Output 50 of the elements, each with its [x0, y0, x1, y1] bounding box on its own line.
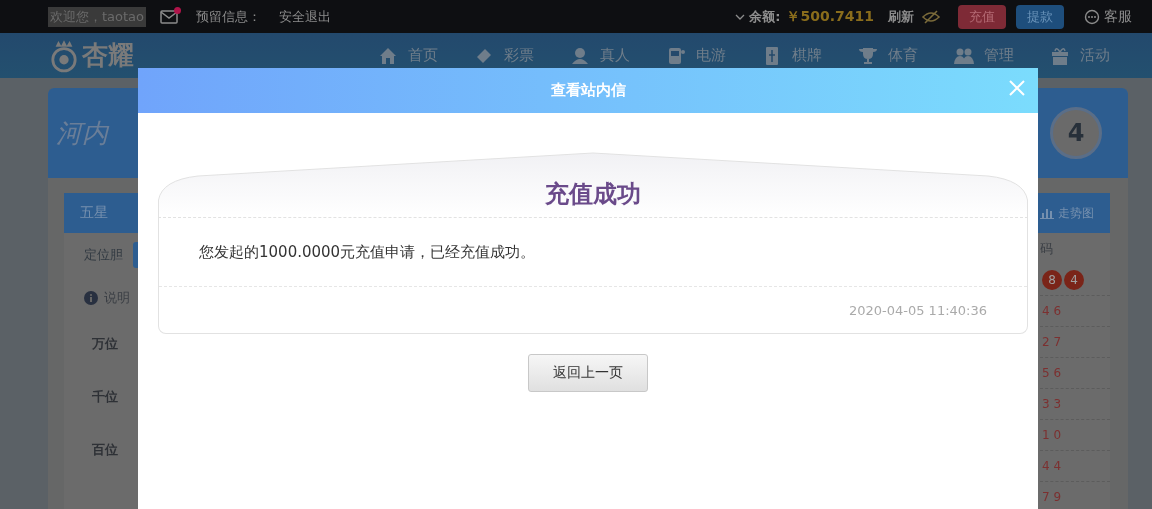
crown-emblem-icon [50, 38, 78, 73]
mail-icon[interactable] [160, 9, 179, 24]
info-icon [84, 291, 98, 305]
arcade-icon [666, 45, 686, 66]
home-icon [378, 45, 398, 66]
logout-link[interactable]: 安全退出 [279, 7, 332, 26]
nav-item[interactable]: 管理 [954, 45, 1014, 66]
chat-icon[interactable] [1084, 8, 1100, 25]
digit-position-label: 万位 [92, 335, 119, 353]
reserved-info-label: 预留信息： [196, 7, 262, 26]
chevron-icon[interactable] [735, 13, 746, 20]
message-time: 2020-04-05 11:40:36 [848, 302, 987, 318]
refresh-link[interactable]: 刷新 [888, 7, 914, 26]
nav-item[interactable]: 首页 [378, 45, 438, 66]
history-number: 4 6 [1042, 304, 1062, 318]
withdraw-button[interactable]: 提款 [1016, 4, 1064, 29]
history-number: 2 7 [1042, 335, 1062, 349]
support-link[interactable]: 客服 [1104, 7, 1132, 26]
deposit-button[interactable]: 充值 [958, 4, 1006, 29]
history-number: 1 0 [1042, 428, 1062, 442]
digit-position-label: 百位 [92, 441, 119, 459]
message-text: 您发起的1000.0000元充值申请，已经充值成功。 [199, 242, 536, 262]
history-number: 4 4 [1042, 459, 1062, 473]
nav-item[interactable]: 棋牌 [762, 45, 822, 66]
nav-item[interactable]: 彩票 [474, 45, 534, 66]
bar-chart-icon [1040, 207, 1054, 219]
history-number: 7 9 [1042, 490, 1062, 504]
number-ball: 4 [1064, 270, 1084, 290]
back-button[interactable]: 返回上一页 [528, 354, 648, 392]
person-icon [570, 45, 590, 66]
play-tab[interactable]: 五星 [80, 204, 108, 222]
nav-item[interactable]: 真人 [570, 45, 630, 66]
nav-item[interactable]: 电游 [666, 45, 726, 66]
trend-chart-link[interactable]: 走势图 [1034, 203, 1100, 223]
result-ball: 4 [1050, 107, 1102, 159]
lottery-logo: 河内 [56, 116, 108, 150]
balance-amount: ￥500.7411 [786, 7, 874, 26]
trophy-icon [858, 45, 878, 66]
dialog-title: 查看站内信 [550, 81, 626, 100]
history-number: 5 6 [1042, 366, 1062, 380]
message-heading: 充值成功 [545, 179, 641, 210]
balance-label: 余额: [749, 7, 781, 26]
nav-item[interactable]: 体育 [858, 45, 918, 66]
number-ball: 8 [1042, 270, 1062, 290]
eye-slash-icon[interactable] [922, 9, 940, 24]
gift-icon [1050, 45, 1070, 66]
history-number: 3 3 [1042, 397, 1062, 411]
nav-item[interactable]: 活动 [1050, 45, 1110, 66]
digit-position-label: 千位 [92, 388, 119, 406]
logo-text: 杏耀 [82, 39, 134, 72]
